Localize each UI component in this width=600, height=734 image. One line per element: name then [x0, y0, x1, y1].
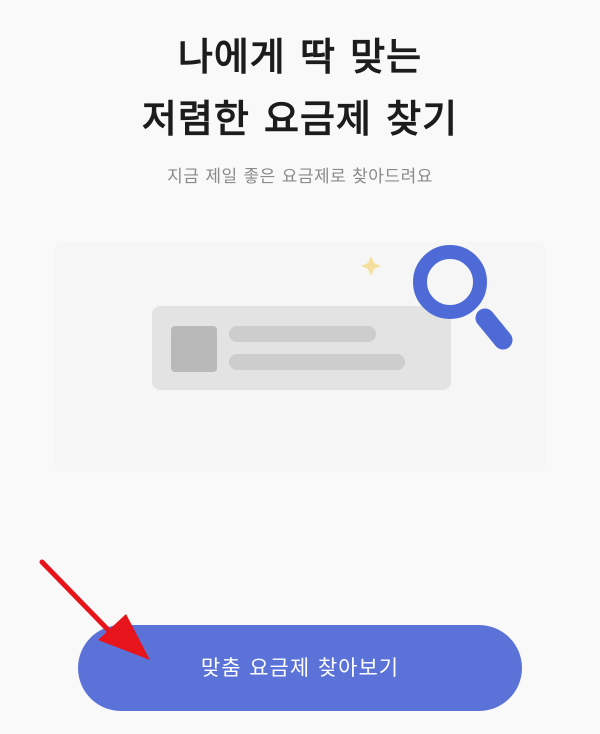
plan-card-placeholder: [152, 306, 451, 390]
text-line-placeholder-1: [229, 326, 376, 342]
page-headline: 나에게 딱 맞는 저렴한 요금제 찾기: [0, 26, 600, 150]
headline-line-1: 나에게 딱 맞는: [177, 35, 423, 79]
find-plan-button[interactable]: 맞춤 요금제 찾아보기: [78, 625, 522, 711]
text-line-placeholder-2: [229, 354, 405, 370]
thumbnail-placeholder: [171, 326, 217, 372]
page-subtitle: 지금 제일 좋은 요금제로 찾아드려요: [167, 167, 433, 187]
plan-search-illustration: [55, 242, 545, 472]
headline-line-2: 저렴한 요금제 찾기: [141, 97, 459, 141]
sparkle-icon: [361, 256, 381, 276]
